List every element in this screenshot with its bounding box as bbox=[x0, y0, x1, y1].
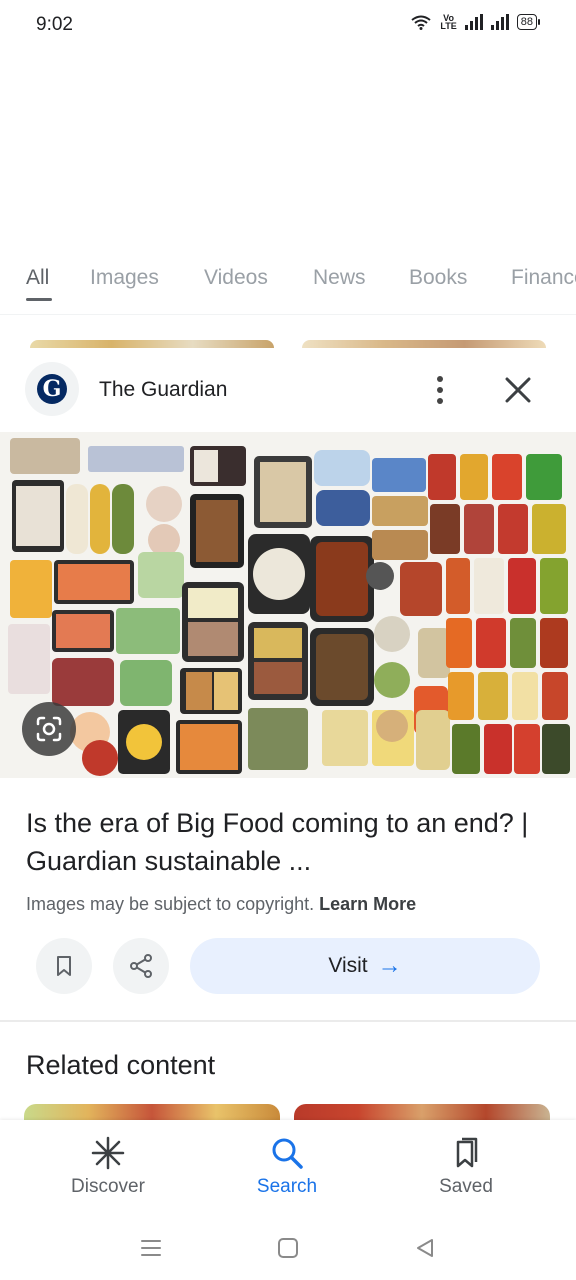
signal-icon-2 bbox=[490, 14, 509, 30]
back-triangle-icon bbox=[417, 1239, 433, 1257]
tab-books[interactable]: Books bbox=[409, 266, 467, 290]
result-title[interactable]: Is the era of Big Food coming to an end?… bbox=[26, 804, 556, 880]
recents-button[interactable] bbox=[136, 1233, 166, 1263]
related-thumbnail[interactable] bbox=[24, 1104, 280, 1120]
result-thumbnail[interactable] bbox=[302, 340, 546, 348]
learn-more-link[interactable]: Learn More bbox=[319, 894, 416, 914]
signal-icon-1 bbox=[464, 14, 483, 30]
result-thumbnail[interactable] bbox=[30, 340, 274, 348]
back-button[interactable] bbox=[410, 1233, 440, 1263]
close-icon bbox=[505, 377, 531, 403]
wifi-icon bbox=[411, 15, 432, 30]
share-button[interactable] bbox=[113, 938, 169, 994]
section-divider bbox=[0, 1020, 576, 1022]
source-logo[interactable]: G bbox=[25, 362, 79, 416]
search-tabs: All Images Videos News Books Finance bbox=[0, 258, 576, 304]
home-square-icon bbox=[278, 1238, 298, 1258]
volte-bottom: LTE bbox=[440, 21, 457, 31]
system-navigation-bar bbox=[0, 1215, 576, 1280]
tabs-divider bbox=[0, 314, 576, 315]
nav-search-label: Search bbox=[256, 1176, 318, 1197]
nav-saved[interactable]: Saved bbox=[391, 1134, 541, 1198]
copyright-text: Images may be subject to copyright. bbox=[26, 894, 315, 914]
close-button[interactable] bbox=[498, 370, 538, 410]
save-button[interactable] bbox=[36, 938, 92, 994]
status-bar: 9:02 Vo LTE 88 bbox=[0, 0, 576, 50]
search-icon bbox=[272, 1138, 303, 1169]
battery-level: 88 bbox=[516, 14, 537, 30]
active-tab-indicator bbox=[26, 298, 52, 301]
related-content-title: Related content bbox=[26, 1050, 216, 1080]
nav-discover[interactable]: Discover bbox=[33, 1134, 183, 1198]
status-icons: Vo LTE 88 bbox=[410, 14, 540, 31]
lens-icon bbox=[36, 716, 62, 742]
asterisk-icon bbox=[91, 1136, 125, 1170]
nav-saved-label: Saved bbox=[439, 1176, 493, 1197]
volte-indicator: Vo LTE bbox=[440, 14, 457, 31]
home-button[interactable] bbox=[273, 1233, 303, 1263]
tab-all[interactable]: All bbox=[26, 266, 49, 290]
share-icon bbox=[130, 954, 152, 978]
related-thumbnail[interactable] bbox=[294, 1104, 550, 1120]
copyright-notice: Images may be subject to copyright. Lear… bbox=[26, 894, 416, 915]
tab-finance[interactable]: Finance bbox=[511, 266, 576, 290]
tab-news[interactable]: News bbox=[313, 266, 366, 290]
result-image[interactable] bbox=[0, 432, 576, 778]
arrow-right-icon: → bbox=[377, 952, 402, 979]
visit-label: Visit bbox=[328, 954, 368, 977]
nav-discover-label: Discover bbox=[71, 1176, 145, 1197]
tab-videos[interactable]: Videos bbox=[204, 266, 268, 290]
battery-icon: 88 bbox=[516, 14, 540, 30]
saved-icon bbox=[456, 1137, 478, 1168]
tab-images[interactable]: Images bbox=[90, 266, 159, 290]
google-lens-button[interactable] bbox=[22, 702, 76, 756]
menu-icon bbox=[141, 1240, 161, 1256]
source-name[interactable]: The Guardian bbox=[99, 378, 227, 402]
more-options-button[interactable] bbox=[420, 370, 460, 410]
nav-search[interactable]: Search bbox=[212, 1134, 362, 1198]
food-photo bbox=[0, 432, 576, 778]
bookmark-icon bbox=[57, 956, 71, 976]
more-vert-icon bbox=[437, 376, 443, 382]
visit-button[interactable]: Visit → bbox=[190, 938, 540, 994]
guardian-logo-icon: G bbox=[37, 374, 67, 404]
bottom-navigation: Discover Search Saved bbox=[0, 1120, 576, 1215]
status-time: 9:02 bbox=[36, 14, 73, 35]
